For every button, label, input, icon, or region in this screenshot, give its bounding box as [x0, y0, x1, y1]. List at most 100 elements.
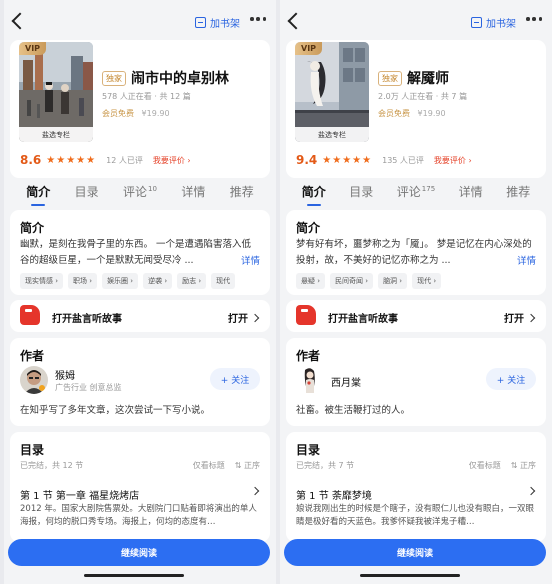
chevron-right-icon[interactable]	[526, 486, 536, 496]
original-price: ¥19.90	[417, 109, 446, 118]
author-name[interactable]: 西月棠	[331, 374, 361, 389]
intro-more-link[interactable]: 详情	[513, 253, 536, 267]
audio-story-label: 打开盐言听故事	[52, 314, 122, 325]
avatar-image	[20, 366, 48, 394]
tab-intro[interactable]: 简介	[302, 183, 326, 206]
author-avatar[interactable]	[296, 366, 324, 394]
chapter-title[interactable]: 第 1 节 第一章 福星烧烤店	[20, 487, 139, 502]
star-icon: ★	[86, 154, 96, 166]
author-heading: 作者	[20, 349, 45, 363]
tag-item[interactable]: 脑洞 ›	[378, 273, 408, 289]
price-row: 会员免费 ¥19.90	[378, 108, 446, 119]
sort-order-button[interactable]: ⇅ 正序	[511, 460, 536, 471]
intro-card: 简介 幽默，是刻在我骨子里的东西。 一个是遭遇陷害落入低谷的超级巨星，一个是默默…	[10, 210, 270, 295]
tab-comments[interactable]: 评论175	[397, 183, 435, 200]
tag-item[interactable]: 职场 ›	[68, 273, 98, 289]
column-tag: 盐选专栏	[295, 127, 369, 142]
tab-comments[interactable]: 评论10	[123, 183, 157, 200]
author-title: 广告行业 创意总监	[55, 383, 122, 392]
book-cover[interactable]: VIP 盐选专栏	[295, 42, 369, 142]
book-meta: 2.0万 人正在看 · 共 7 篇	[378, 92, 468, 101]
tag-item[interactable]: 悬疑 ›	[296, 273, 326, 289]
detail-tabs: 简介 目录 评论10 详情 推荐	[4, 183, 276, 206]
audio-story-card[interactable]: 打开盐言听故事 打开	[286, 300, 546, 332]
view-titles-toggle[interactable]: 仅看标题	[193, 460, 225, 471]
back-arrow-icon[interactable]	[287, 12, 305, 30]
open-audio-button[interactable]: 打开	[504, 310, 536, 325]
follow-button[interactable]: + 关注	[210, 368, 260, 390]
book-info-card: VIP 盐选专栏 独家 解魇师 2.0万 人正在看 · 共 7 篇 会员免费 ¥…	[286, 40, 546, 178]
rating-score: 9.4	[296, 153, 318, 167]
star-icon: ★	[322, 154, 332, 166]
rate-book-link[interactable]: 我要评价 ›	[153, 155, 191, 166]
author-heading: 作者	[296, 349, 321, 363]
chevron-right-icon	[526, 313, 536, 322]
tag-item[interactable]: 现代	[211, 273, 236, 289]
toc-tools: 仅看标题 ⇅ 正序	[469, 460, 536, 471]
rating-score: 8.6	[20, 153, 42, 167]
add-to-shelf-button[interactable]: 加书架	[195, 15, 240, 30]
chevron-right-icon	[250, 313, 260, 322]
book-cover[interactable]: VIP 盐选专栏	[19, 42, 93, 142]
continue-reading-button[interactable]: 继续阅读	[284, 539, 546, 566]
intro-more-link[interactable]: 详情	[237, 253, 260, 267]
tab-toc[interactable]: 目录	[349, 183, 373, 200]
open-audio-button[interactable]: 打开	[228, 310, 260, 325]
member-free-label: 会员免费	[102, 109, 134, 118]
tab-intro[interactable]: 简介	[26, 183, 50, 206]
author-bio: 社畜。被生活鞭打过的人。	[296, 405, 411, 416]
member-free-label: 会员免费	[378, 109, 410, 118]
tag-item[interactable]: 民间奇闻 ›	[330, 273, 374, 289]
book-info-card: VIP 盐选专栏 独家 闹市中的卓别林 578 人正在看 · 共 12 篇 会员…	[10, 40, 270, 178]
audio-story-card[interactable]: 打开盐言听故事 打开	[10, 300, 270, 332]
yanyan-logo-icon	[296, 305, 316, 325]
star-icon: ★	[76, 154, 86, 166]
star-icon: ★	[362, 154, 372, 166]
column-tag: 盐选专栏	[19, 127, 93, 142]
toc-card: 目录 已完结，共 7 节 仅看标题 ⇅ 正序 第 1 节 荼靡梦境 娘说我刚出生…	[286, 432, 546, 542]
price-row: 会员免费 ¥19.90	[102, 108, 170, 119]
rate-book-link[interactable]: 我要评价 ›	[434, 155, 472, 166]
sort-order-button[interactable]: ⇅ 正序	[235, 460, 260, 471]
bookshelf-icon	[195, 17, 206, 28]
author-card: 作者 猴姆 广告行业 创意总监 + 关注 在知乎写了多年文章，这次尝试一下写小说…	[10, 338, 270, 426]
tag-item[interactable]: 娱乐圈 ›	[102, 273, 139, 289]
exclusive-badge: 独家	[102, 70, 126, 86]
star-icon: ★	[352, 154, 362, 166]
author-avatar[interactable]	[20, 366, 48, 394]
star-icon: ★	[56, 154, 66, 166]
toc-heading: 目录	[20, 443, 45, 457]
tab-recommend[interactable]: 推荐	[230, 183, 254, 200]
tag-item[interactable]: 现实情感 ›	[20, 273, 64, 289]
follow-button[interactable]: + 关注	[486, 368, 536, 390]
yanyan-logo-icon	[20, 305, 40, 325]
add-to-shelf-button[interactable]: 加书架	[471, 15, 516, 30]
more-icon[interactable]	[250, 17, 266, 23]
continue-reading-button[interactable]: 继续阅读	[8, 539, 270, 566]
tag-item[interactable]: 励志 ›	[177, 273, 207, 289]
tab-details[interactable]: 详情	[181, 183, 205, 200]
title-row: 独家 解魇师	[378, 68, 449, 88]
tab-details[interactable]: 详情	[459, 183, 483, 200]
star-icon: ★	[46, 154, 56, 166]
tag-item[interactable]: 现代 ›	[412, 273, 442, 289]
tab-recommend[interactable]: 推荐	[506, 183, 530, 200]
author-name[interactable]: 猴姆	[55, 367, 75, 382]
back-arrow-icon[interactable]	[11, 12, 29, 30]
tag-item[interactable]: 逆袭 ›	[143, 273, 173, 289]
toc-heading: 目录	[296, 443, 321, 457]
toc-tools: 仅看标题 ⇅ 正序	[193, 460, 260, 471]
chapter-title[interactable]: 第 1 节 荼靡梦境	[296, 487, 372, 502]
intro-text: 梦有好有坏，噩梦称之为「魇」。 梦是记忆在内心深处的投射，故，不美好的记忆亦称之…	[296, 239, 532, 266]
view-titles-toggle[interactable]: 仅看标题	[469, 460, 501, 471]
chapter-preview: 2012 年。国家大剧院售票处。大剧院门口贴着即将演出的单人海报，何均的脱口秀专…	[20, 504, 257, 527]
tab-toc[interactable]: 目录	[75, 183, 99, 200]
more-icon[interactable]	[526, 17, 542, 23]
title-row: 独家 闹市中的卓别林	[102, 68, 229, 88]
book-detail-left: 加书架 VIP 盐选专栏 独家 闹市中的卓别林 578 人正在看 · 共 12 …	[4, 0, 276, 584]
book-meta: 578 人正在看 · 共 12 篇	[102, 92, 191, 101]
intro-card: 简介 梦有好有坏，噩梦称之为「魇」。 梦是记忆在内心深处的投射，故，不美好的记忆…	[286, 210, 546, 295]
chevron-right-icon[interactable]	[250, 486, 260, 496]
toc-status: 已完结，共 12 节	[20, 461, 84, 470]
detail-tabs: 简介 目录 评论175 详情 推荐	[280, 183, 552, 206]
